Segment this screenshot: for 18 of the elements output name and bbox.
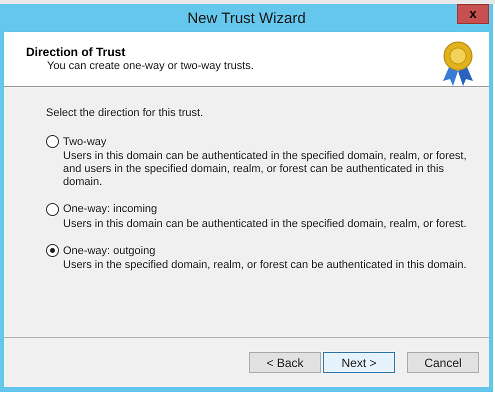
page-title: Direction of Trust (26, 45, 126, 59)
window-title: New Trust Wizard (187, 8, 306, 29)
option-description: Users in the specified domain, realm, or forest can be authenticated in this domain. (62, 259, 468, 272)
page-subtitle: You can create one-way or two-way trusts. (46, 59, 254, 74)
option-description: Users in this domain can be authenticated in the specified domain, realm, or forest. (62, 218, 468, 230)
close-button[interactable]: x (457, 4, 489, 24)
award-ribbon-icon (441, 41, 475, 87)
option-label[interactable]: Two-way (63, 134, 106, 150)
option-description: Users in this domain can be authenticated in the specified domain, realm, or forest, and users in the specified domain, realm, or forest can be authenticated in this domain. (62, 150, 468, 189)
wizard-button[interactable]: Next > (323, 352, 395, 373)
wizard-button[interactable]: < Back (249, 352, 321, 373)
option-label[interactable]: One-way: incoming (63, 201, 158, 218)
option-label[interactable]: One-way: outgoing (63, 242, 156, 259)
instruction-text: Select the direction for this trust. (46, 106, 204, 121)
wizard-button[interactable]: Cancel (407, 352, 479, 373)
radio-button[interactable] (46, 135, 59, 148)
radio-button[interactable] (46, 244, 59, 258)
radio-button[interactable] (46, 202, 59, 216)
